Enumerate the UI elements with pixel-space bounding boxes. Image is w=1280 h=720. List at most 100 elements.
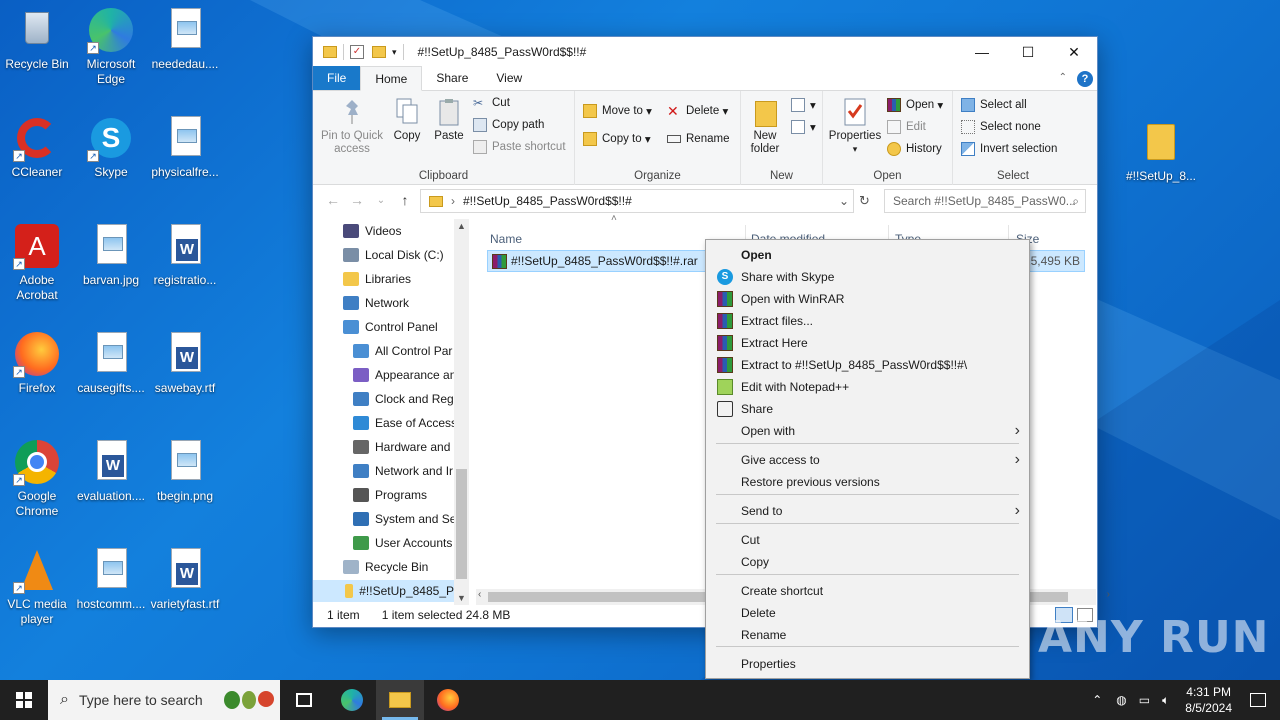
nav-item-system-and-se[interactable]: System and Se (353, 508, 456, 530)
scroll-up-icon[interactable]: ▲ (457, 221, 466, 231)
nav-item-recycle-bin[interactable]: Recycle Bin (343, 556, 428, 578)
scroll-down-icon[interactable]: ▼ (457, 593, 466, 603)
select-none-button[interactable]: Select none (961, 117, 1041, 137)
copy-to-button[interactable]: Copy to ▾ (583, 129, 651, 149)
nav-item-setup-8485-p[interactable]: #!!SetUp_8485_P (313, 580, 454, 602)
rename-button[interactable]: Rename (667, 129, 729, 149)
nav-item-user-accounts[interactable]: User Accounts (353, 532, 452, 554)
taskbar-firefox-button[interactable] (424, 680, 472, 720)
nav-item-local-disk-c[interactable]: Local Disk (C:) (343, 244, 444, 266)
nav-item-network[interactable]: Network (343, 292, 409, 314)
desktop-icon-vlc-media-player[interactable]: ↗ VLC media player (0, 546, 74, 627)
minimize-button[interactable]: — (959, 37, 1005, 67)
context-menu-item-send-to[interactable]: Send to › (707, 500, 1028, 522)
tab-share[interactable]: Share (422, 66, 482, 90)
context-menu-item-restore-previous-versions[interactable]: Restore previous versions (707, 471, 1028, 493)
nav-item-network-and-ir[interactable]: Network and Ir (353, 460, 453, 482)
show-hidden-icons-icon[interactable]: ⌃ (1092, 693, 1102, 707)
nav-item-appearance-an[interactable]: Appearance an (353, 364, 456, 386)
clock[interactable]: 4:31 PM 8/5/2024 (1185, 684, 1232, 716)
volume-icon[interactable]: 🔈︎ (1162, 693, 1169, 708)
move-to-button[interactable]: Move to ▾ (583, 101, 652, 121)
search-input[interactable]: Search #!!SetUp_8485_PassW0... ⌕ (884, 189, 1086, 213)
back-icon[interactable]: ← (321, 192, 345, 208)
nav-item-all-control-par[interactable]: All Control Par (353, 340, 452, 362)
desktop-icon-causegifts[interactable]: causegifts.... (74, 330, 148, 396)
context-menu-item-copy[interactable]: Copy (707, 551, 1028, 573)
select-all-button[interactable]: Select all (961, 95, 1027, 115)
desktop-icon-physicalfre[interactable]: physicalfre... (148, 114, 222, 180)
desktop-icon-ccleaner[interactable]: ↗ CCleaner (0, 114, 74, 180)
collapse-ribbon-icon[interactable]: ⌃ (1059, 72, 1067, 83)
invert-selection-button[interactable]: Invert selection (961, 139, 1057, 159)
context-menu-item-extract-to-setup-8485-passw0rd[interactable]: Extract to #!!SetUp_8485_PassW0rd$$!!#\ (707, 354, 1028, 376)
desktop-icon-sawebay-rtf[interactable]: Wsawebay.rtf (148, 330, 222, 396)
easy-access-button[interactable]: ▾ (791, 117, 816, 137)
quick-access-dropdown-icon[interactable]: ▾ (392, 47, 397, 58)
context-menu-item-give-access-to[interactable]: Give access to › (707, 449, 1028, 471)
paste-button[interactable]: Paste (431, 97, 467, 143)
context-menu-item-delete[interactable]: Delete (707, 602, 1028, 624)
new-item-button[interactable]: ▾ (791, 95, 816, 115)
network-icon[interactable]: ▭ (1139, 693, 1150, 707)
context-menu-item-properties[interactable]: Properties (707, 653, 1028, 675)
desktop-icon-recycle-bin[interactable]: Recycle Bin (0, 6, 74, 72)
tab-view[interactable]: View (482, 66, 536, 90)
context-menu-item-create-shortcut[interactable]: Create shortcut (707, 580, 1028, 602)
context-menu-item-open-with[interactable]: Open with › (707, 420, 1028, 442)
nav-item-hardware-and[interactable]: Hardware and (353, 436, 450, 458)
context-menu-item-extract-files[interactable]: Extract files... (707, 310, 1028, 332)
taskbar-edge-button[interactable] (328, 680, 376, 720)
properties-button[interactable]: Properties ▾ (827, 97, 883, 156)
nav-item-ease-of-access[interactable]: Ease of Access (353, 412, 457, 434)
nav-item-control-panel[interactable]: Control Panel (343, 316, 438, 338)
start-button[interactable] (0, 680, 48, 720)
copy-path-button[interactable]: Copy path (473, 115, 544, 135)
desktop-icon-evaluation[interactable]: Wevaluation.... (74, 438, 148, 504)
context-menu-item-share[interactable]: Share (707, 398, 1028, 420)
scroll-right-icon[interactable]: › (1107, 589, 1110, 600)
desktop-icon-registratio[interactable]: Wregistratio... (148, 222, 222, 288)
delete-button[interactable]: ✕ Delete ▾ (667, 101, 728, 121)
context-menu-item-extract-here[interactable]: Extract Here (707, 332, 1028, 354)
properties-quick-icon[interactable]: ✓ (350, 45, 364, 59)
desktop-icon-varietyfast-rtf[interactable]: Wvarietyfast.rtf (148, 546, 222, 612)
desktop-icon-barvan-jpg[interactable]: barvan.jpg (74, 222, 148, 288)
desktop-icon-neededau[interactable]: neededau.... (148, 6, 222, 72)
up-icon[interactable]: ↑ (393, 192, 417, 208)
paste-shortcut-button[interactable]: Paste shortcut (473, 137, 566, 157)
context-menu-item-rename[interactable]: Rename (707, 624, 1028, 646)
pin-quick-access-button[interactable]: Pin to Quick access (319, 97, 385, 156)
context-menu-item-edit-with-notepad[interactable]: Edit with Notepad++ (707, 376, 1028, 398)
notifications-icon[interactable] (1250, 693, 1266, 707)
desktop-icon-skype[interactable]: S ↗ Skype (74, 114, 148, 180)
task-view-button[interactable] (280, 680, 328, 720)
taskbar-search-input[interactable]: ⌕ Type here to search (48, 680, 280, 720)
context-menu-item-open-with-winrar[interactable]: Open with WinRAR (707, 288, 1028, 310)
nav-item-clock-and-regi[interactable]: Clock and Regi (353, 388, 456, 410)
nav-item-videos[interactable]: Videos (343, 220, 401, 242)
maximize-button[interactable]: ☐ (1005, 37, 1051, 67)
context-menu-item-open[interactable]: Open (707, 244, 1028, 266)
address-bar[interactable]: › #!!SetUp_8485_PassW0rd$$!!# ⌄ (420, 189, 854, 213)
title-bar[interactable]: ✓ ▾ #!!SetUp_8485_PassW0rd$$!!# — ☐ ✕ (313, 37, 1097, 67)
desktop-icon-google-chrome[interactable]: ↗ Google Chrome (0, 438, 74, 519)
desktop-icon-hostcomm[interactable]: hostcomm.... (74, 546, 148, 612)
refresh-icon[interactable]: ↻ (859, 193, 870, 209)
forward-icon[interactable]: → (345, 192, 369, 208)
edit-button[interactable]: Edit (887, 117, 926, 137)
desktop-icon-tbegin-png[interactable]: tbegin.png (148, 438, 222, 504)
desktop-icon-adobe-acrobat[interactable]: A ↗ Adobe Acrobat (0, 222, 74, 303)
desktop-folder-setup[interactable]: #!!SetUp_8... (1124, 118, 1198, 184)
taskbar-file-explorer-button[interactable] (376, 680, 424, 720)
defender-icon[interactable]: ◍ (1116, 693, 1126, 707)
address-dropdown-icon[interactable]: ⌄ (839, 194, 849, 208)
copy-button[interactable]: Copy (389, 97, 425, 143)
tab-file[interactable]: File (313, 66, 361, 90)
nav-item-programs[interactable]: Programs (353, 484, 427, 506)
new-folder-quick-icon[interactable] (372, 46, 386, 58)
help-icon[interactable]: ? (1077, 71, 1093, 87)
desktop-icon-firefox[interactable]: ↗ Firefox (0, 330, 74, 396)
scroll-left-icon[interactable]: ‹ (478, 589, 481, 600)
cut-button[interactable]: ✂ Cut (473, 93, 510, 113)
